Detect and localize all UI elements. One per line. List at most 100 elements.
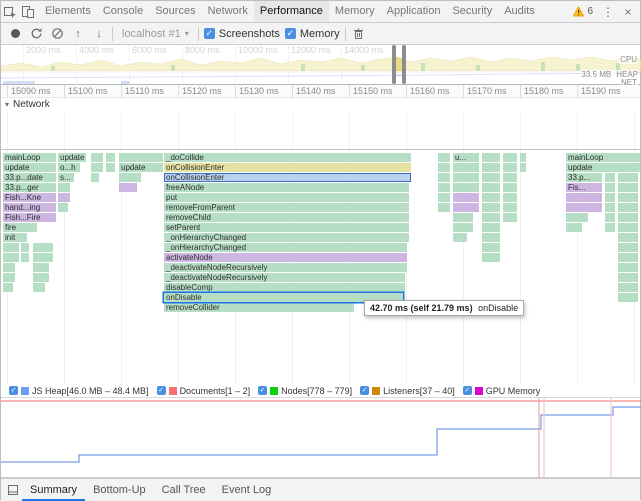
flame-block[interactable] — [618, 253, 638, 262]
flame-block-Fis...[interactable]: Fis... — [566, 183, 602, 192]
flame-block[interactable] — [119, 153, 163, 162]
drawer-tab-event-log[interactable]: Event Log — [214, 479, 280, 501]
flame-block[interactable] — [21, 253, 29, 262]
flame-block[interactable] — [453, 203, 479, 212]
network-section-header[interactable]: ▾ Network — [1, 98, 640, 111]
flame-block-33.p...[interactable]: 33.p... — [566, 173, 602, 182]
collect-garbage-button[interactable] — [351, 26, 367, 42]
flame-block[interactable] — [618, 283, 638, 292]
flame-block[interactable] — [503, 163, 517, 172]
flame-block[interactable] — [618, 243, 638, 252]
flame-block-Fish...Fire[interactable]: Fish...Fire — [3, 213, 56, 222]
counter-checkbox[interactable] — [258, 386, 268, 395]
flame-block[interactable] — [503, 153, 517, 162]
flame-block[interactable] — [618, 293, 638, 302]
tab-audits[interactable]: Audits — [498, 1, 541, 22]
flame-block[interactable] — [503, 203, 517, 212]
flame-block-_onHierarchyChanged[interactable]: _onHierarchyChanged — [164, 233, 409, 242]
drawer-tab-bottom-up[interactable]: Bottom-Up — [85, 479, 154, 501]
drawer-tab-call-tree[interactable]: Call Tree — [154, 479, 214, 501]
flame-block[interactable] — [3, 253, 19, 262]
flame-block[interactable] — [58, 193, 70, 202]
flame-block[interactable] — [119, 183, 137, 192]
flame-block[interactable] — [33, 253, 53, 262]
flame-block-put[interactable]: put — [164, 193, 409, 202]
counter-checkbox[interactable] — [462, 386, 472, 395]
flame-block[interactable] — [605, 173, 615, 182]
load-profile-button[interactable]: ↑ — [70, 26, 86, 42]
flame-block[interactable] — [605, 203, 615, 212]
reload-and-record-button[interactable] — [28, 26, 44, 42]
tab-application[interactable]: Application — [381, 1, 447, 22]
flame-block[interactable] — [605, 223, 615, 232]
flame-block[interactable] — [566, 213, 588, 222]
flame-block-disableComp[interactable]: disableComp — [164, 283, 405, 292]
flame-block[interactable] — [33, 263, 49, 272]
flame-block[interactable] — [482, 193, 500, 202]
flame-block-freeANode[interactable]: freeANode — [164, 183, 409, 192]
memory-checkbox[interactable]: Memory — [284, 28, 340, 40]
flame-block-o...h[interactable]: o...h — [58, 163, 80, 172]
flame-block[interactable] — [482, 203, 500, 212]
flame-block[interactable] — [520, 163, 526, 172]
flame-block-Fish...Kne[interactable]: Fish...Kne — [3, 193, 56, 202]
flame-block[interactable] — [3, 273, 15, 282]
flame-block-33.p...ger[interactable]: 33.p...ger — [3, 183, 56, 192]
flame-block-u...[interactable]: u... — [453, 153, 479, 162]
flame-block-mainLoop[interactable]: mainLoop — [566, 153, 640, 162]
flame-block[interactable] — [618, 233, 638, 242]
flame-block-removeChild[interactable]: removeChild — [164, 213, 409, 222]
flame-block[interactable] — [453, 193, 479, 202]
record-button[interactable] — [7, 26, 23, 42]
counter-checkbox[interactable] — [156, 386, 166, 395]
flame-block[interactable] — [566, 223, 582, 232]
flame-block-_deactivateNodeRecursively[interactable]: _deactivateNodeRecursively — [164, 273, 405, 282]
flame-block[interactable] — [618, 203, 638, 212]
flame-block[interactable] — [106, 163, 115, 172]
flame-block[interactable] — [91, 173, 99, 182]
flame-block[interactable] — [482, 233, 500, 242]
tab-memory[interactable]: Memory — [329, 1, 381, 22]
flame-block[interactable] — [618, 183, 638, 192]
flame-block-_doCollide[interactable]: _doCollide — [164, 153, 411, 162]
flame-block[interactable] — [482, 153, 500, 162]
close-button[interactable]: × — [619, 3, 637, 21]
flame-block-33.p...date[interactable]: 33.p...date — [3, 173, 56, 182]
flame-block[interactable] — [605, 213, 615, 222]
flame-block-_deactivateNodeRecursively[interactable]: _deactivateNodeRecursively — [164, 263, 407, 272]
clear-button[interactable] — [49, 26, 65, 42]
flame-block[interactable] — [119, 173, 141, 182]
save-profile-button[interactable]: ↓ — [91, 26, 107, 42]
selection-handle-right[interactable] — [402, 45, 406, 84]
flame-block[interactable] — [482, 213, 500, 222]
tab-network[interactable]: Network — [202, 1, 254, 22]
flame-block[interactable] — [503, 173, 517, 182]
flame-block[interactable] — [21, 243, 29, 252]
flame-block[interactable] — [453, 163, 479, 172]
flame-block[interactable] — [58, 183, 70, 192]
tab-console[interactable]: Console — [97, 1, 149, 22]
screenshots-checkbox[interactable]: Screenshots — [203, 28, 280, 40]
flame-block[interactable] — [482, 243, 500, 252]
flame-block[interactable] — [453, 233, 467, 242]
flame-block-update[interactable]: update — [119, 163, 163, 172]
flame-block[interactable] — [566, 193, 602, 202]
flame-block[interactable] — [482, 183, 500, 192]
flame-block[interactable] — [106, 153, 115, 162]
counter-item[interactable]: Listeners[37 – 40] — [360, 386, 455, 396]
flame-block[interactable] — [91, 163, 103, 172]
flame-block[interactable] — [605, 183, 615, 192]
flame-block-onCollisionEnter[interactable]: onCollisionEnter — [164, 173, 411, 182]
flame-block[interactable] — [520, 153, 526, 162]
flame-block[interactable] — [605, 193, 615, 202]
counter-item[interactable]: GPU Memory — [462, 386, 540, 396]
flame-block[interactable] — [438, 163, 450, 172]
flame-block[interactable] — [3, 283, 13, 292]
flame-block[interactable] — [33, 283, 45, 292]
flame-block[interactable] — [503, 183, 517, 192]
flame-block-onCollisionEnter[interactable]: onCollisionEnter — [164, 163, 411, 172]
flame-block-activateNode[interactable]: activateNode — [164, 253, 407, 262]
flame-block[interactable] — [438, 183, 450, 192]
flame-chart[interactable]: mainLoop update 33.p...date 33.p...ger Fish.… — [1, 150, 640, 384]
flame-block[interactable] — [618, 213, 638, 222]
